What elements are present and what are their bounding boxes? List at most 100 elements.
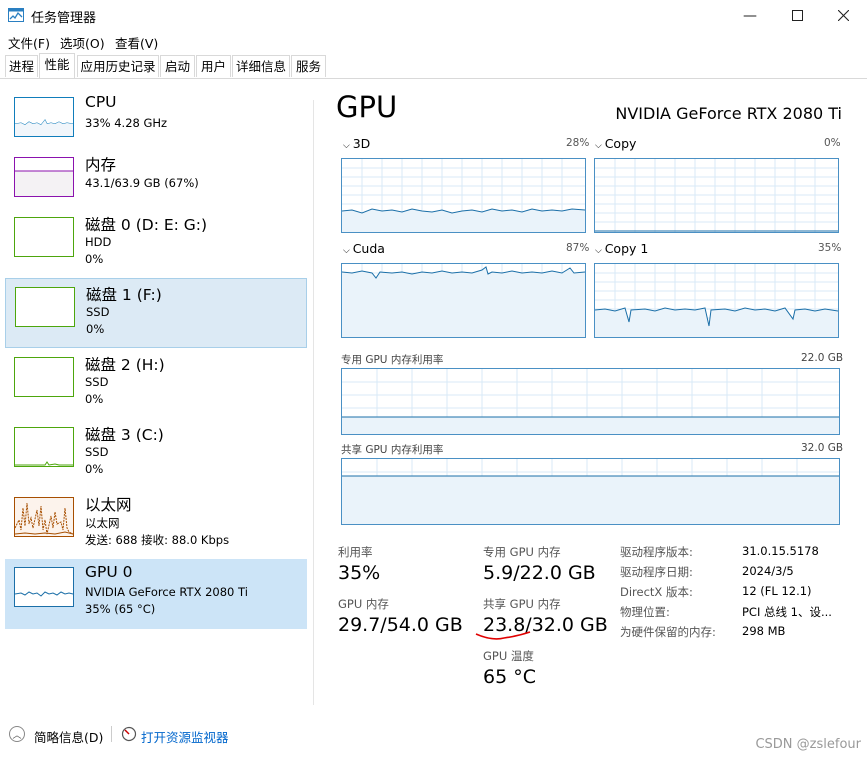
cpu-name: CPU [85,93,117,111]
tab-startup[interactable]: 启动 [160,55,195,77]
disk-3-name: 磁盘 3 (C:) [85,426,164,444]
maximize-icon [791,10,803,21]
watermark: CSDN @zslefour [755,737,861,752]
driver-date-label: 驱动程序日期: [620,565,693,579]
sidebar-item-ethernet[interactable]: 以太网 以太网 发送: 688 接收: 88.0 Kbps [5,489,307,559]
gpu-0-model: NVIDIA GeForce RTX 2080 Ti [85,585,248,599]
engine-3d-percent: 28% [566,137,590,149]
maximize-button[interactable] [774,0,820,31]
disk-2-thumbnail [14,357,74,397]
hardware-reserved-memory-label: 为硬件保留的内存: [620,625,716,639]
cpu-usage: 33% 4.28 GHz [85,116,168,130]
window-title: 任务管理器 [31,11,97,26]
minimize-icon: — [743,7,757,24]
shared-memory-max: 32.0 GB [801,442,844,454]
directx-version-value: 12 (FL 12.1) [742,584,812,598]
chevron-down-icon: ⌵ [595,246,605,256]
page-title: GPU [336,90,398,124]
engine-copy-dropdown[interactable]: ⌵ Copy [595,136,636,151]
ethernet-thumbnail [14,497,74,537]
chevron-up-icon[interactable]: ︿ [9,726,25,742]
driver-version-label: 驱动程序版本: [620,545,693,559]
engine-3d-label: 3D [352,136,371,151]
menu-options[interactable]: 选项(O) [60,33,105,52]
tab-bar: 进程 性能 应用历史记录 启动 用户 详细信息 服务 [0,53,867,79]
footer: ︿ 简略信息(D) 打开资源监视器 [0,708,867,760]
tab-services[interactable]: 服务 [291,55,326,77]
tab-details[interactable]: 详细信息 [232,55,290,77]
engine-cuda-graph [341,263,586,338]
hardware-reserved-memory-value: 298 MB [742,624,786,638]
gpu-0-name: GPU 0 [85,563,133,581]
menu-file[interactable]: 文件(F) [8,33,50,52]
task-manager-icon [8,8,24,22]
disk-0-thumbnail [14,217,74,257]
gpu-0-thumbnail [14,567,74,607]
utilization-label: 利用率 [338,545,373,559]
physical-location-value: PCI 总线 1、设... [742,605,832,619]
open-resource-monitor-link[interactable]: 打开资源监视器 [141,727,229,746]
minimize-button[interactable]: — [727,0,773,31]
engine-cuda-label: Cuda [352,241,385,256]
disk-1-thumbnail [15,287,75,327]
disk-2-usage: 0% [85,392,104,406]
engine-3d-graph [341,158,586,233]
tab-app-history[interactable]: 应用历史记录 [77,55,159,77]
disk-3-type: SSD [85,445,109,459]
engine-copy1-dropdown[interactable]: ⌵ Copy 1 [595,241,648,256]
tab-performance[interactable]: 性能 [39,53,75,78]
disk-3-usage: 0% [85,462,104,476]
engine-copy-label: Copy [604,136,637,151]
engine-copy1-graph [594,263,839,338]
gpu-0-usage: 35% (65 °C) [85,602,156,616]
engine-3d-dropdown[interactable]: ⌵ 3D [343,136,370,151]
engine-copy-percent: 0% [824,137,841,149]
physical-location-label: 物理位置: [620,605,670,619]
dedicated-memory-label: 专用 GPU 内存利用率 [341,354,444,366]
memory-name: 内存 [85,156,117,174]
title-bar: 任务管理器 — [0,0,867,31]
chevron-down-icon: ⌵ [343,246,353,256]
utilization-value: 35% [338,562,381,584]
red-underline-annotation [475,631,531,640]
disk-1-type: SSD [86,305,110,319]
disk-1-name: 磁盘 1 (F:) [86,286,162,304]
dedicated-memory-max: 22.0 GB [801,352,844,364]
disk-0-name: 磁盘 0 (D: E: G:) [85,216,208,234]
menu-view[interactable]: 查看(V) [115,33,158,52]
shared-memory-label: 共享 GPU 内存利用率 [341,444,444,456]
disk-3-thumbnail [14,427,74,467]
sidebar-item-gpu-0[interactable]: GPU 0 NVIDIA GeForce RTX 2080 Ti 35% (65… [5,559,307,629]
sidebar-item-disk-2[interactable]: 磁盘 2 (H:) SSD 0% [5,349,307,419]
ethernet-adapter: 以太网 [85,516,120,530]
ethernet-throughput: 发送: 688 接收: 88.0 Kbps [85,533,230,547]
gpu-memory-label: GPU 内存 [338,597,389,611]
shared-gpu-memory-label: 共享 GPU 内存 [483,597,561,611]
dedicated-memory-graph [341,368,840,435]
directx-version-label: DirectX 版本: [620,585,693,599]
driver-date-value: 2024/3/5 [742,564,794,578]
chevron-down-icon: ⌵ [343,141,353,151]
memory-usage: 43.1/63.9 GB (67%) [85,176,199,190]
fewer-details-button[interactable]: 简略信息(D) [34,727,103,746]
sidebar-item-disk-1[interactable]: 磁盘 1 (F:) SSD 0% [5,278,307,348]
engine-cuda-dropdown[interactable]: ⌵ Cuda [343,241,385,256]
disk-2-name: 磁盘 2 (H:) [85,356,165,374]
sidebar-item-disk-3[interactable]: 磁盘 3 (C:) SSD 0% [5,419,307,489]
tab-users[interactable]: 用户 [196,55,231,77]
gpu-temperature-label: GPU 温度 [483,649,534,663]
close-button[interactable] [820,0,866,31]
menu-bar: 文件(F) 选项(O) 查看(V) [0,31,867,51]
ethernet-name: 以太网 [85,496,132,514]
sidebar-item-disk-0[interactable]: 磁盘 0 (D: E: G:) HDD 0% [5,209,307,279]
engine-copy1-label: Copy 1 [604,241,649,256]
disk-0-type: HDD [85,235,112,249]
gpu-memory-value: 29.7/54.0 GB [338,614,463,636]
resource-monitor-icon [121,726,137,742]
pane-divider [313,100,314,705]
engine-cuda-percent: 87% [566,242,590,254]
driver-version-value: 31.0.15.5178 [742,544,819,558]
cpu-thumbnail [14,97,74,137]
engine-copy1-percent: 35% [818,242,842,254]
tab-processes[interactable]: 进程 [5,55,38,77]
